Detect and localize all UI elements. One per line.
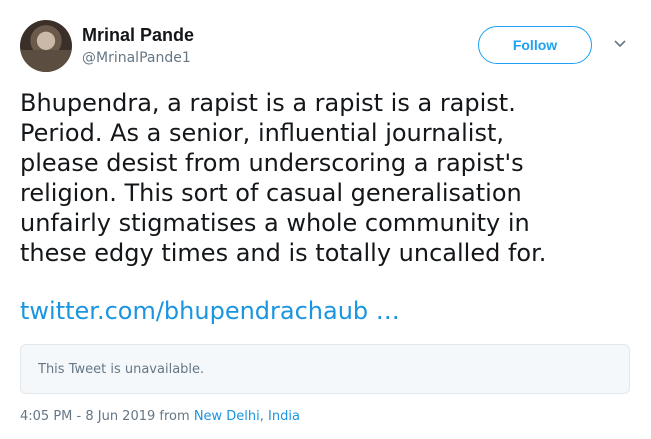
- unavailable-text: This Tweet is unavailable.: [38, 361, 205, 377]
- tweet-text-line: unfairly stigmatises a whole community i…: [20, 209, 530, 237]
- tweet-text-line: Bhupendra, a rapist is a rapist is a rap…: [20, 89, 516, 117]
- tweet-text-line: Period. As a senior, influential journal…: [20, 119, 505, 147]
- tweet-text-line: these edgy times and is totally uncalled…: [20, 239, 547, 267]
- tweet-text-line: religion. This sort of casual generalisa…: [20, 179, 522, 207]
- avatar[interactable]: [20, 20, 72, 72]
- tweet-text-line: please desist from underscoring a rapist…: [20, 149, 524, 177]
- tweet-text: Bhupendra, a rapist is a rapist is a rap…: [20, 88, 620, 268]
- quoted-tweet-unavailable-card[interactable]: This Tweet is unavailable.: [20, 344, 630, 394]
- follow-button[interactable]: Follow: [478, 26, 592, 64]
- from-word: from: [155, 409, 194, 424]
- timestamp[interactable]: 4:05 PM - 8 Jun 2019: [20, 409, 155, 424]
- location-link[interactable]: New Delhi, India: [194, 409, 300, 424]
- avatar-shading: [20, 50, 72, 72]
- tweet-meta: 4:05 PM - 8 Jun 2019 from New Delhi, Ind…: [20, 409, 300, 424]
- author-handle[interactable]: @MrinalPande1: [82, 50, 191, 66]
- author-name[interactable]: Mrinal Pande: [82, 25, 194, 46]
- tweet-link[interactable]: twitter.com/bhupendrachaub …: [20, 296, 400, 326]
- chevron-down-icon[interactable]: [612, 38, 628, 50]
